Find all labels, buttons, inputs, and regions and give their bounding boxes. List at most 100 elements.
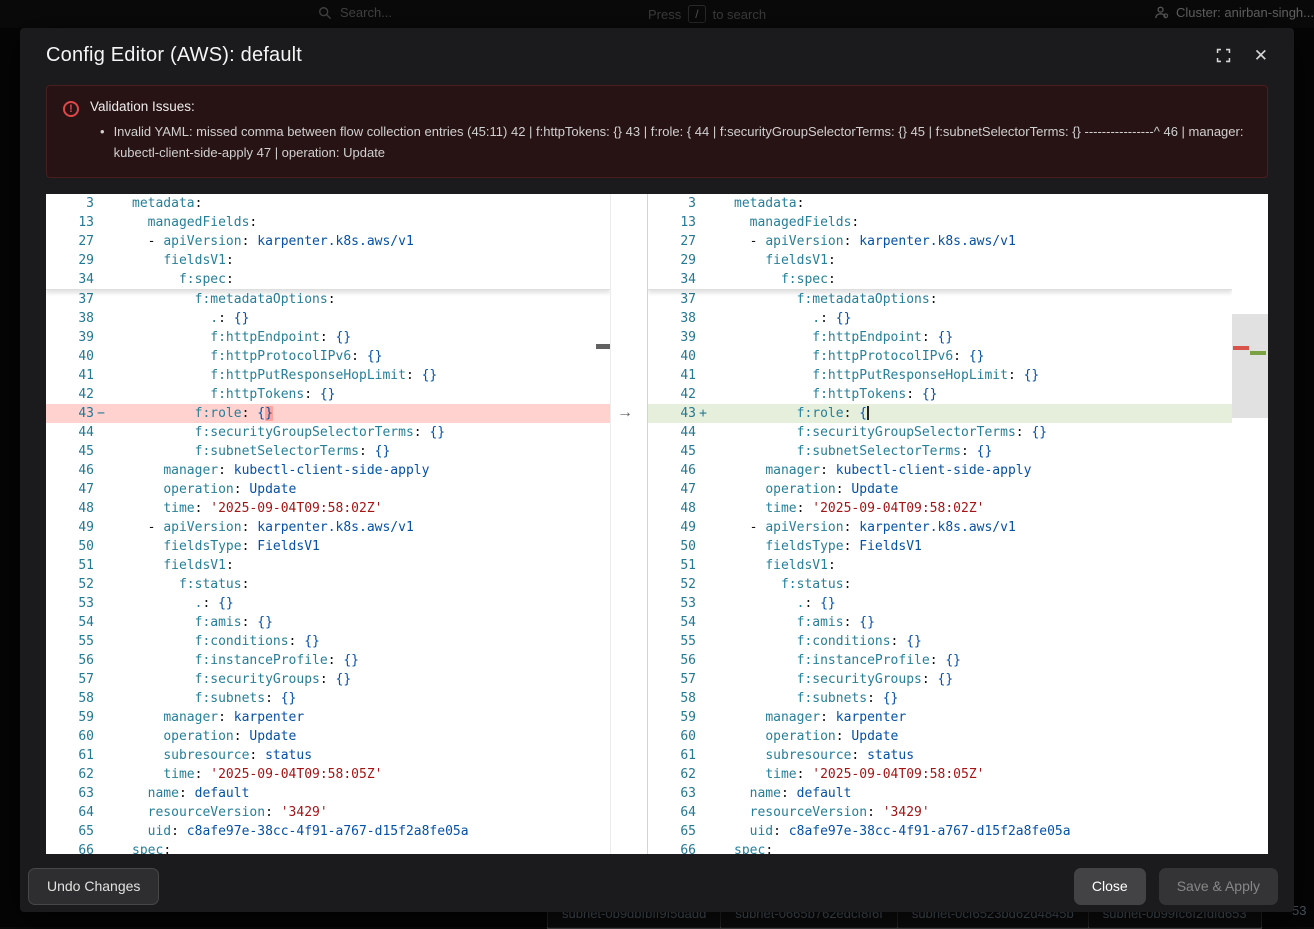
code-line[interactable]: 63 name: default <box>46 784 610 803</box>
code-line[interactable]: 41 f:httpPutResponseHopLimit: {} <box>46 366 610 385</box>
code-line[interactable]: 53 .: {} <box>648 594 1232 613</box>
sticky-code-line[interactable]: 3metadata: <box>648 194 1232 213</box>
fullscreen-expand-button[interactable] <box>1215 47 1232 64</box>
code-line[interactable]: 57 f:securityGroups: {} <box>46 670 610 689</box>
code-line[interactable]: 44 f:securityGroupSelectorTerms: {} <box>46 423 610 442</box>
code-line[interactable]: 61 subresource: status <box>648 746 1232 765</box>
code-line[interactable]: 50 fieldsType: FieldsV1 <box>46 537 610 556</box>
diff-sign <box>696 670 710 689</box>
line-number: 46 <box>46 461 94 480</box>
validation-issue: • Invalid YAML: missed comma between flo… <box>90 122 1251 164</box>
sticky-code-line[interactable]: 13 managedFields: <box>648 213 1232 232</box>
code-line[interactable]: 44 f:securityGroupSelectorTerms: {} <box>648 423 1232 442</box>
line-number: 54 <box>648 613 696 632</box>
code-line[interactable]: 61 subresource: status <box>46 746 610 765</box>
sticky-code-line[interactable]: 3metadata: <box>46 194 610 213</box>
code-line[interactable]: 64 resourceVersion: '3429' <box>46 803 610 822</box>
code-line[interactable]: 38 .: {} <box>648 309 1232 328</box>
diff-sign <box>94 194 108 213</box>
code-line[interactable]: 63 name: default <box>648 784 1232 803</box>
yaml-diff-editor[interactable]: 3metadata:13 managedFields:27 - apiVersi… <box>46 194 1268 854</box>
code-line[interactable]: 59 manager: karpenter <box>46 708 610 727</box>
close-button[interactable]: Close <box>1074 868 1146 905</box>
config-editor-modal: Config Editor (AWS): default ✕ ! Validat… <box>20 28 1294 912</box>
code-line[interactable]: 52 f:status: <box>46 575 610 594</box>
code-line[interactable]: 41 f:httpPutResponseHopLimit: {} <box>648 366 1232 385</box>
scrollbar-slider[interactable] <box>1232 314 1268 418</box>
code-line[interactable]: 58 f:subnets: {} <box>46 689 610 708</box>
code-line[interactable]: 39 f:httpEndpoint: {} <box>648 328 1232 347</box>
code-text: fieldsV1: <box>108 556 610 575</box>
code-line[interactable]: 62 time: '2025-09-04T09:58:05Z' <box>648 765 1232 784</box>
sticky-code-line[interactable]: 29 fieldsV1: <box>648 251 1232 270</box>
sticky-code-line[interactable]: 27 - apiVersion: karpenter.k8s.aws/v1 <box>648 232 1232 251</box>
code-line[interactable]: 48 time: '2025-09-04T09:58:02Z' <box>46 499 610 518</box>
original-editor-pane[interactable]: 3metadata:13 managedFields:27 - apiVersi… <box>46 194 611 854</box>
code-line[interactable]: 66spec: <box>648 841 1232 854</box>
code-line[interactable]: 43+ f:role: { <box>648 404 1232 423</box>
diff-sign <box>94 841 108 854</box>
undo-changes-button[interactable]: Undo Changes <box>28 868 159 905</box>
code-line[interactable]: 43− f:role: {} <box>46 404 610 423</box>
code-line[interactable]: 59 manager: karpenter <box>648 708 1232 727</box>
code-line[interactable]: 46 manager: kubectl-client-side-apply <box>46 461 610 480</box>
code-text: fieldsV1: <box>710 251 1232 270</box>
code-line[interactable]: 37 f:metadataOptions: <box>46 290 610 309</box>
code-line[interactable]: 51 fieldsV1: <box>46 556 610 575</box>
code-line[interactable]: 60 operation: Update <box>648 727 1232 746</box>
code-text: time: '2025-09-04T09:58:02Z' <box>108 499 610 518</box>
code-line[interactable]: 50 fieldsType: FieldsV1 <box>648 537 1232 556</box>
save-apply-button[interactable]: Save & Apply <box>1159 868 1278 905</box>
code-line[interactable]: 42 f:httpTokens: {} <box>648 385 1232 404</box>
code-line[interactable]: 65 uid: c8afe97e-38cc-4f91-a767-d15f2a8f… <box>46 822 610 841</box>
code-line[interactable]: 38 .: {} <box>46 309 610 328</box>
sticky-code-line[interactable]: 27 - apiVersion: karpenter.k8s.aws/v1 <box>46 232 610 251</box>
code-line[interactable]: 54 f:amis: {} <box>648 613 1232 632</box>
code-line[interactable]: 51 fieldsV1: <box>648 556 1232 575</box>
code-line[interactable]: 39 f:httpEndpoint: {} <box>46 328 610 347</box>
modified-editor-pane[interactable]: 3metadata:13 managedFields:27 - apiVersi… <box>648 194 1232 854</box>
code-line[interactable]: 40 f:httpProtocolIPv6: {} <box>648 347 1232 366</box>
code-line[interactable]: 46 manager: kubectl-client-side-apply <box>648 461 1232 480</box>
code-line[interactable]: 49 - apiVersion: karpenter.k8s.aws/v1 <box>46 518 610 537</box>
code-line[interactable]: 49 - apiVersion: karpenter.k8s.aws/v1 <box>648 518 1232 537</box>
code-text: f:role: { <box>710 404 1232 423</box>
code-line[interactable]: 57 f:securityGroups: {} <box>648 670 1232 689</box>
code-line[interactable]: 62 time: '2025-09-04T09:58:05Z' <box>46 765 610 784</box>
overview-ruler[interactable] <box>1232 194 1268 854</box>
code-line[interactable]: 47 operation: Update <box>46 480 610 499</box>
code-line[interactable]: 55 f:conditions: {} <box>46 632 610 651</box>
code-text: f:subnetSelectorTerms: {} <box>108 442 610 461</box>
sticky-code-line[interactable]: 29 fieldsV1: <box>46 251 610 270</box>
code-line[interactable]: 48 time: '2025-09-04T09:58:02Z' <box>648 499 1232 518</box>
code-line[interactable]: 60 operation: Update <box>46 727 610 746</box>
diff-sign <box>696 575 710 594</box>
line-number: 50 <box>46 537 94 556</box>
code-line[interactable]: 37 f:metadataOptions: <box>648 290 1232 309</box>
diff-removed-marker <box>1233 346 1249 350</box>
code-line[interactable]: 45 f:subnetSelectorTerms: {} <box>648 442 1232 461</box>
code-line[interactable]: 58 f:subnets: {} <box>648 689 1232 708</box>
code-line[interactable]: 54 f:amis: {} <box>46 613 610 632</box>
sticky-code-line[interactable]: 34 f:spec: <box>648 270 1232 289</box>
close-icon[interactable]: ✕ <box>1254 47 1268 64</box>
sticky-code-line[interactable]: 34 f:spec: <box>46 270 610 289</box>
revert-change-arrow-icon[interactable]: → <box>617 403 633 422</box>
code-line[interactable]: 65 uid: c8afe97e-38cc-4f91-a767-d15f2a8f… <box>648 822 1232 841</box>
code-line[interactable]: 56 f:instanceProfile: {} <box>648 651 1232 670</box>
code-line[interactable]: 66spec: <box>46 841 610 854</box>
diff-sign <box>94 366 108 385</box>
code-line[interactable]: 47 operation: Update <box>648 480 1232 499</box>
code-line[interactable]: 52 f:status: <box>648 575 1232 594</box>
code-line[interactable]: 64 resourceVersion: '3429' <box>648 803 1232 822</box>
line-number: 37 <box>46 290 94 309</box>
code-line[interactable]: 42 f:httpTokens: {} <box>46 385 610 404</box>
line-number: 55 <box>648 632 696 651</box>
sticky-code-line[interactable]: 13 managedFields: <box>46 213 610 232</box>
code-line[interactable]: 53 .: {} <box>46 594 610 613</box>
code-line[interactable]: 40 f:httpProtocolIPv6: {} <box>46 347 610 366</box>
code-line[interactable]: 55 f:conditions: {} <box>648 632 1232 651</box>
diff-sign <box>696 803 710 822</box>
code-line[interactable]: 56 f:instanceProfile: {} <box>46 651 610 670</box>
code-line[interactable]: 45 f:subnetSelectorTerms: {} <box>46 442 610 461</box>
